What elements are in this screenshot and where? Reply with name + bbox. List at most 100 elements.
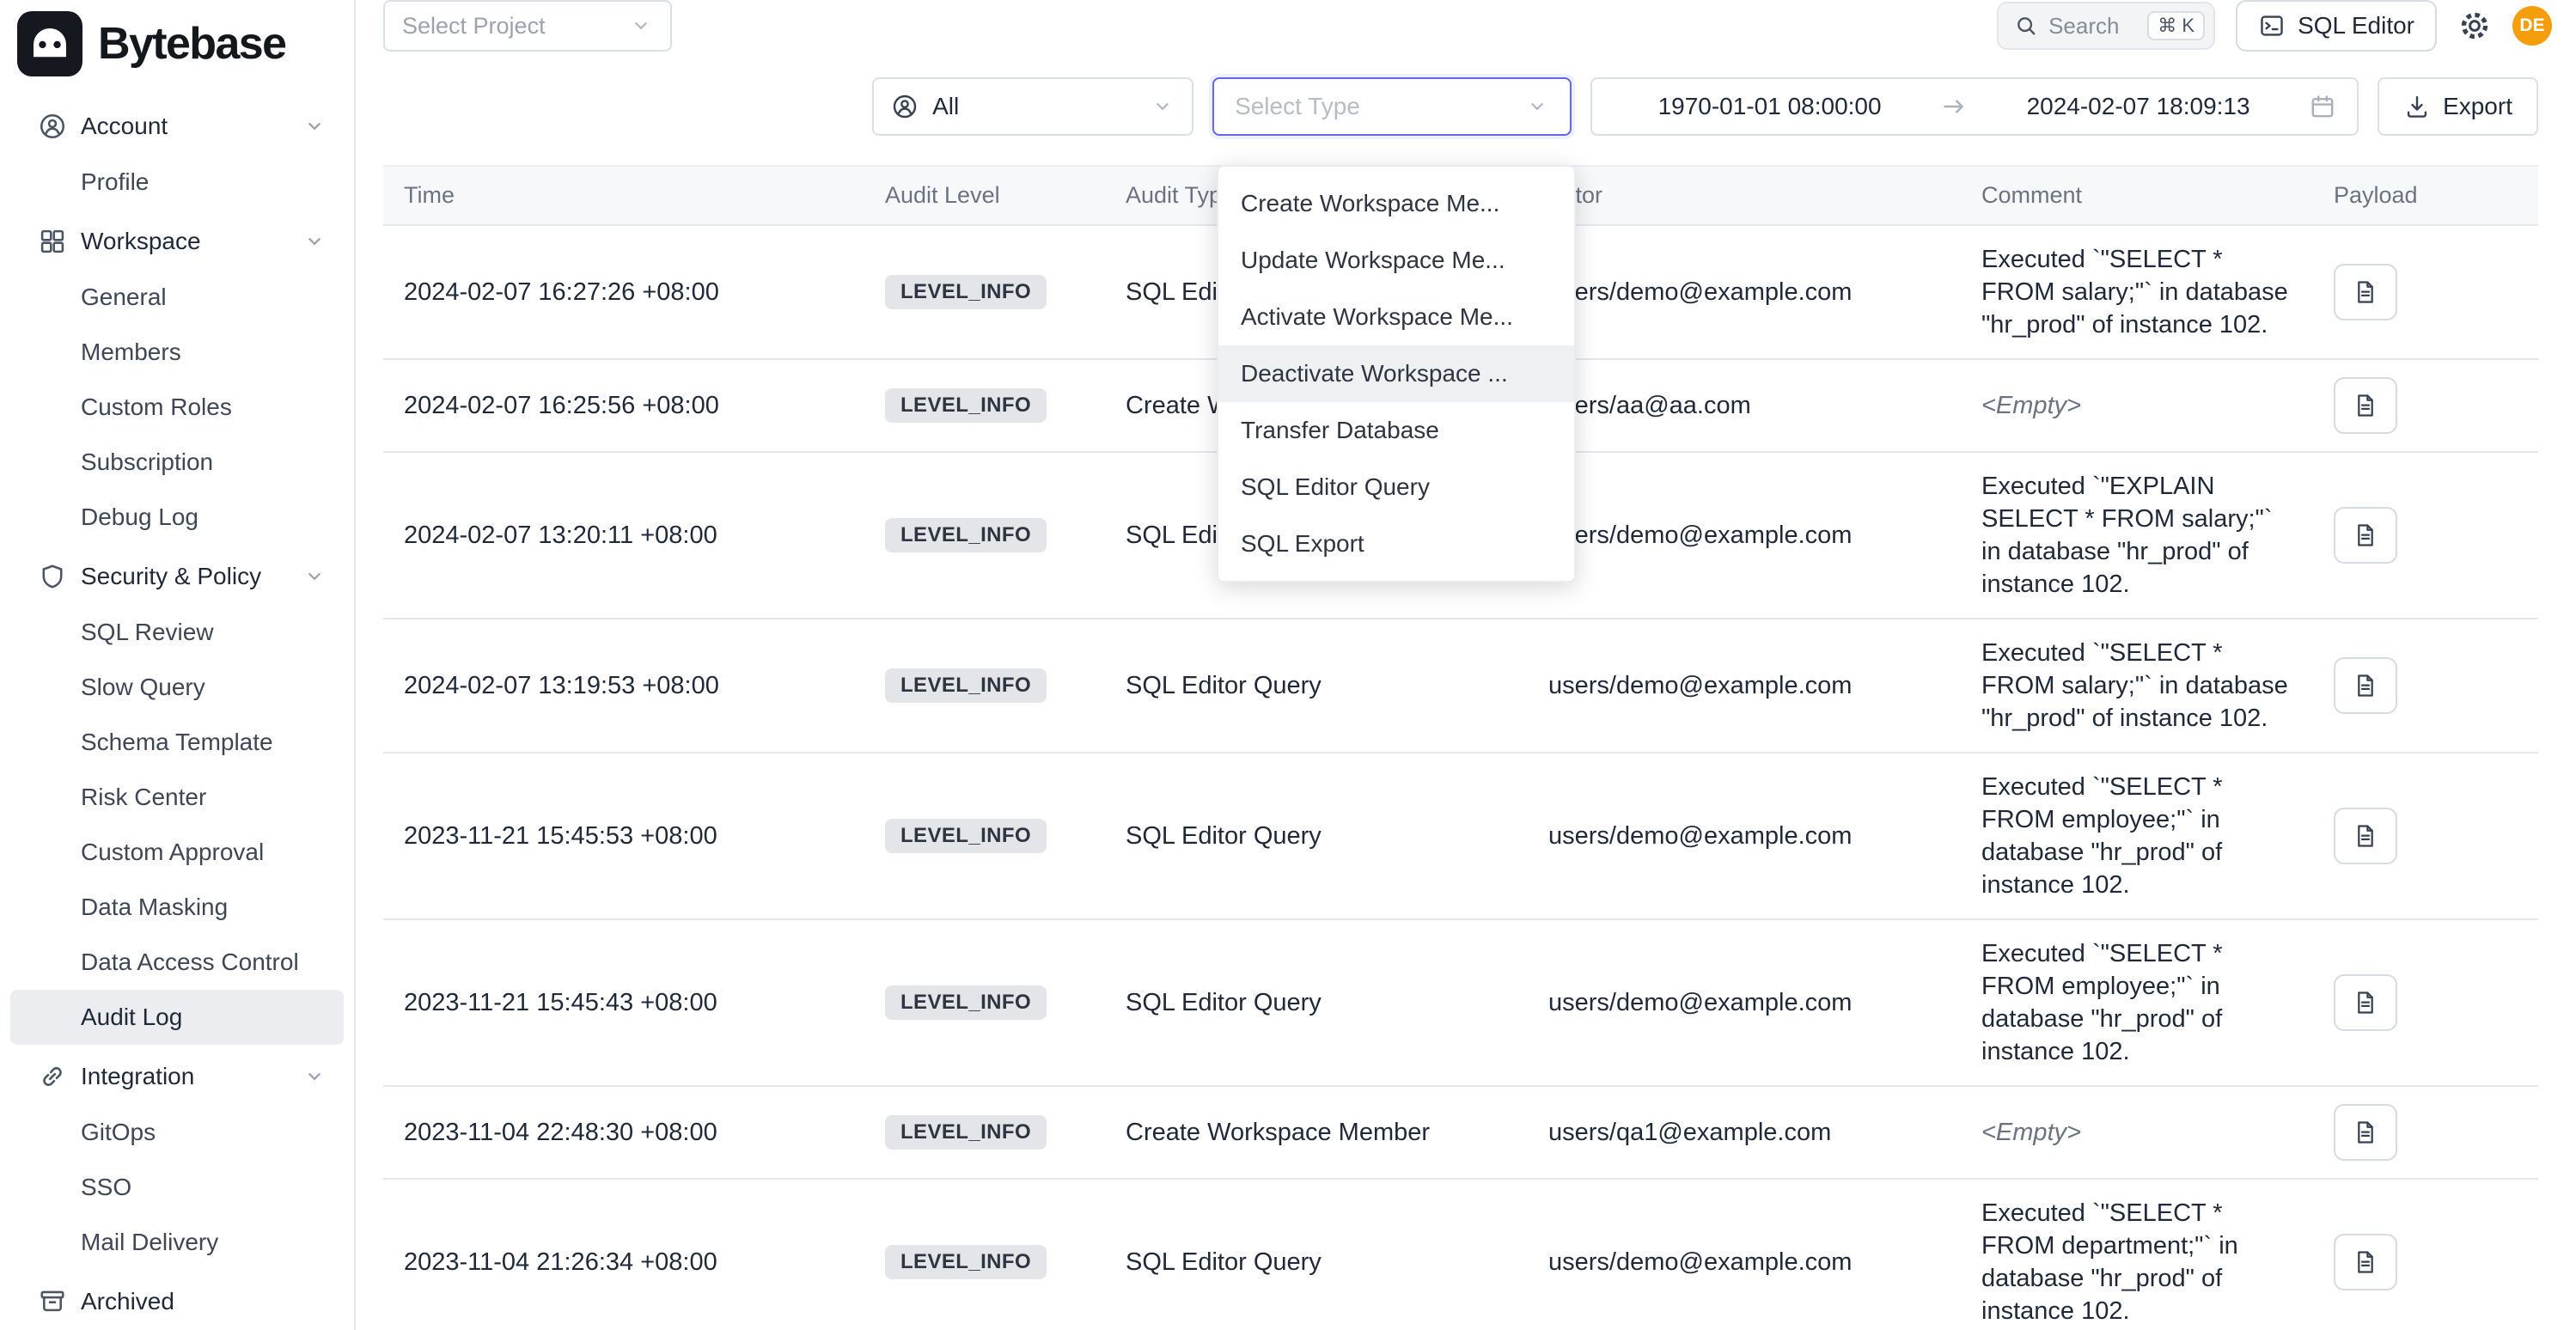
- dropdown-option-sql-export[interactable]: SQL Export: [1218, 516, 1574, 572]
- sidebar-item-debug-log[interactable]: Debug Log: [10, 490, 344, 545]
- cell-payload: [2313, 225, 2538, 359]
- topbar: Select Project Search ⌘ K SQL Editor DE: [356, 0, 2576, 52]
- file-icon: [2352, 392, 2379, 419]
- dropdown-option-create-workspace-me[interactable]: Create Workspace Me...: [1218, 175, 1574, 232]
- cell-payload: [2313, 1086, 2538, 1179]
- cell-audit-level: LEVEL_INFO: [864, 1179, 1105, 1330]
- payload-button[interactable]: [2334, 974, 2397, 1031]
- cell-comment: Executed `"SELECT * FROM salary;"` in da…: [1961, 619, 2313, 753]
- date-to[interactable]: 2024-02-07 18:09:13: [1981, 93, 2295, 120]
- sidebar-item-data-masking[interactable]: Data Masking: [10, 880, 344, 935]
- payload-button[interactable]: [2334, 377, 2397, 434]
- sidebar: Bytebase Account Profile Workspace Gener…: [0, 0, 356, 1330]
- cell-audit-type: SQL Editor Query: [1105, 919, 1528, 1086]
- sidebar-item-risk-center[interactable]: Risk Center: [10, 770, 344, 825]
- cell-comment: Executed `"EXPLAIN SELECT * FROM salary;…: [1961, 452, 2313, 619]
- cell-comment: <Empty>: [1961, 359, 2313, 452]
- cell-comment: Executed `"SELECT * FROM employee;"` in …: [1961, 753, 2313, 919]
- sidebar-item-sql-review[interactable]: SQL Review: [10, 605, 344, 660]
- search-input[interactable]: Search ⌘ K: [1997, 2, 2215, 50]
- cell-time: 2024-02-07 16:25:56 +08:00: [383, 359, 864, 452]
- cell-audit-type: SQL Editor Query: [1105, 753, 1528, 919]
- date-range-picker[interactable]: 1970-01-01 08:00:00 2024-02-07 18:09:13: [1590, 77, 2359, 136]
- export-button[interactable]: Export: [2378, 77, 2538, 136]
- user-circle-icon: [891, 93, 919, 120]
- dropdown-option-update-workspace-me[interactable]: Update Workspace Me...: [1218, 232, 1574, 289]
- user-circle-icon: [38, 112, 67, 141]
- cell-audit-level: LEVEL_INFO: [864, 919, 1105, 1086]
- type-filter-select[interactable]: Select Type: [1212, 77, 1572, 136]
- chevron-down-icon: [302, 564, 327, 589]
- sidebar-item-profile[interactable]: Profile: [10, 155, 344, 210]
- cell-audit-level: LEVEL_INFO: [864, 1086, 1105, 1179]
- sidebar-section-account[interactable]: Account: [10, 98, 344, 155]
- cell-payload: [2313, 919, 2538, 1086]
- actor-filter-value: All: [932, 93, 959, 120]
- settings-button[interactable]: [2457, 9, 2492, 43]
- actor-filter-select[interactable]: All: [872, 77, 1193, 136]
- table-row: 2023-11-21 15:45:43 +08:00 LEVEL_INFO SQ…: [383, 919, 2538, 1086]
- arrow-right-icon: [1940, 93, 1968, 120]
- file-icon: [2352, 822, 2379, 850]
- level-badge: LEVEL_INFO: [885, 819, 1047, 853]
- sidebar-section-integration[interactable]: Integration: [10, 1048, 344, 1105]
- sidebar-item-members[interactable]: Members: [10, 325, 344, 380]
- project-select[interactable]: Select Project: [383, 0, 672, 52]
- table-row: 2023-11-21 15:45:53 +08:00 LEVEL_INFO SQ…: [383, 753, 2538, 919]
- cell-payload: [2313, 359, 2538, 452]
- calendar-icon: [2309, 93, 2336, 120]
- cell-payload: [2313, 1179, 2538, 1330]
- dropdown-option-activate-workspace-me[interactable]: Activate Workspace Me...: [1218, 289, 1574, 345]
- file-icon: [2352, 522, 2379, 549]
- payload-button[interactable]: [2334, 1234, 2397, 1290]
- link-icon: [38, 1062, 67, 1091]
- cell-time: 2023-11-04 21:26:34 +08:00: [383, 1179, 864, 1330]
- export-label: Export: [2443, 93, 2512, 120]
- level-badge: LEVEL_INFO: [885, 668, 1047, 703]
- sidebar-item-subscription[interactable]: Subscription: [10, 435, 344, 490]
- cell-audit-level: LEVEL_INFO: [864, 225, 1105, 359]
- sidebar-item-schema-template[interactable]: Schema Template: [10, 715, 344, 770]
- table-row: 2024-02-07 13:19:53 +08:00 LEVEL_INFO SQ…: [383, 619, 2538, 753]
- file-icon: [2352, 1248, 2379, 1276]
- payload-button[interactable]: [2334, 808, 2397, 864]
- gear-icon: [2457, 9, 2492, 43]
- sidebar-item-data-access-control[interactable]: Data Access Control: [10, 935, 344, 990]
- sidebar-section-security-policy[interactable]: Security & Policy: [10, 548, 344, 605]
- cell-time: 2023-11-04 22:48:30 +08:00: [383, 1086, 864, 1179]
- avatar[interactable]: DE: [2512, 6, 2552, 46]
- sidebar-item-audit-log[interactable]: Audit Log: [10, 990, 344, 1045]
- sidebar-item-general[interactable]: General: [10, 270, 344, 325]
- sidebar-item-mail-delivery[interactable]: Mail Delivery: [10, 1215, 344, 1270]
- sidebar-item-sso[interactable]: SSO: [10, 1160, 344, 1215]
- payload-button[interactable]: [2334, 657, 2397, 714]
- payload-button[interactable]: [2334, 264, 2397, 320]
- payload-button[interactable]: [2334, 507, 2397, 564]
- sql-editor-button[interactable]: SQL Editor: [2236, 0, 2437, 52]
- cell-actor: users/demo@example.com: [1528, 452, 1961, 619]
- sidebar-section-archived[interactable]: Archived: [10, 1273, 344, 1330]
- brand-logo[interactable]: Bytebase: [0, 0, 354, 88]
- cell-actor: users/demo@example.com: [1528, 919, 1961, 1086]
- cell-actor: users/demo@example.com: [1528, 1179, 1961, 1330]
- payload-button[interactable]: [2334, 1104, 2397, 1161]
- cell-comment: Executed `"SELECT * FROM employee;"` in …: [1961, 919, 2313, 1086]
- cell-payload: [2313, 619, 2538, 753]
- chevron-down-icon: [302, 114, 327, 138]
- date-from[interactable]: 1970-01-01 08:00:00: [1613, 93, 1926, 120]
- sidebar-item-slow-query[interactable]: Slow Query: [10, 660, 344, 715]
- dropdown-option-sql-editor-query[interactable]: SQL Editor Query: [1218, 459, 1574, 516]
- column-header-payload: Payload: [2313, 166, 2538, 225]
- chevron-down-icon: [302, 229, 327, 253]
- cell-comment: Executed `"SELECT * FROM salary;"` in da…: [1961, 225, 2313, 359]
- sidebar-item-custom-roles[interactable]: Custom Roles: [10, 380, 344, 435]
- dropdown-option-deactivate-workspace[interactable]: Deactivate Workspace ...: [1218, 345, 1574, 402]
- cell-audit-level: LEVEL_INFO: [864, 452, 1105, 619]
- file-icon: [2352, 1119, 2379, 1146]
- cell-audit-level: LEVEL_INFO: [864, 619, 1105, 753]
- dropdown-option-transfer-database[interactable]: Transfer Database: [1218, 402, 1574, 459]
- sidebar-item-custom-approval[interactable]: Custom Approval: [10, 825, 344, 880]
- sidebar-item-gitops[interactable]: GitOps: [10, 1105, 344, 1160]
- bytebase-app: Bytebase Account Profile Workspace Gener…: [0, 0, 2576, 1330]
- sidebar-section-workspace[interactable]: Workspace: [10, 213, 344, 270]
